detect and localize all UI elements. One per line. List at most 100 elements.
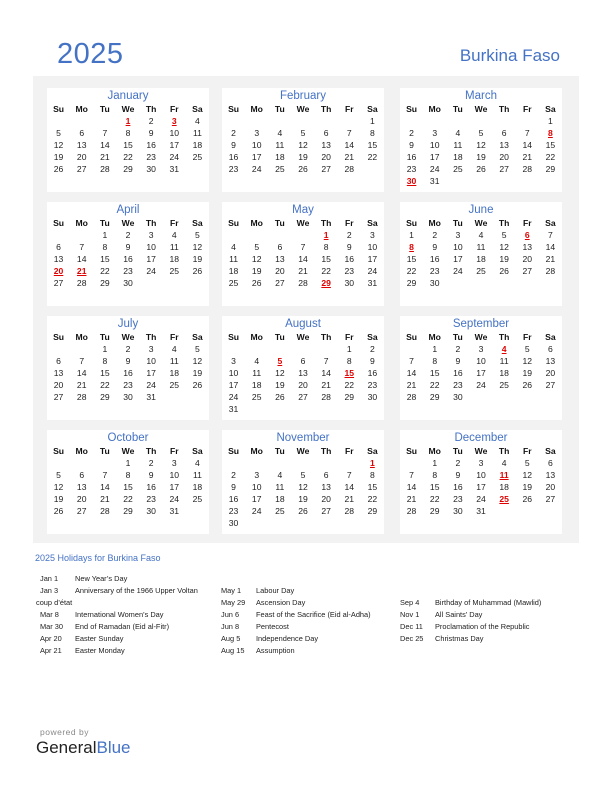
empty-cell bbox=[338, 457, 361, 469]
country-title: Burkina Faso bbox=[459, 46, 560, 65]
day-cell: 14 bbox=[406, 368, 417, 378]
day-cell: 15 bbox=[429, 482, 440, 492]
empty-cell bbox=[493, 115, 516, 127]
day-cell: 27 bbox=[53, 278, 64, 288]
empty-cell bbox=[70, 229, 93, 241]
empty-cell bbox=[268, 343, 291, 355]
empty-cell bbox=[47, 229, 70, 241]
holiday-item: Jun 6 Feast of the Sacrifice (Eid al-Adha… bbox=[221, 609, 399, 621]
day-cell: 21 bbox=[522, 152, 533, 162]
weekday-label: Fr bbox=[344, 218, 354, 228]
day-cell: 30 bbox=[228, 518, 239, 528]
day-cell: 23 bbox=[146, 494, 156, 504]
week-row: 21 22 23 24 25 26 27 bbox=[400, 493, 562, 505]
weekday-label: We bbox=[121, 218, 135, 228]
weekday-label: Su bbox=[228, 218, 240, 228]
day-cell: 11 bbox=[169, 242, 179, 252]
empty-cell bbox=[268, 457, 291, 469]
day-cell: 31 bbox=[429, 176, 440, 186]
day-cell: 29 bbox=[545, 164, 556, 174]
empty-cell bbox=[245, 517, 268, 529]
day-cell: 21 bbox=[100, 152, 110, 162]
day-cell: 17 bbox=[146, 368, 156, 378]
day-cell: 7 bbox=[346, 128, 352, 138]
day-cell: 17 bbox=[367, 254, 378, 264]
day-cell: 20 bbox=[522, 254, 533, 264]
day-cell: 22 bbox=[429, 380, 440, 390]
week-row: 17 18 19 20 21 22 23 bbox=[222, 379, 384, 391]
day-cell: 4 bbox=[501, 458, 507, 468]
day-cell: 26 bbox=[476, 164, 486, 174]
day-cell: 4 bbox=[277, 128, 283, 138]
day-cell: 26 bbox=[192, 266, 203, 276]
weekday-header: Su Mo Tu We Th Fr Sa bbox=[400, 445, 562, 457]
day-cell: 15 bbox=[123, 140, 133, 150]
week-row: 15 16 17 18 19 20 21 bbox=[400, 253, 562, 265]
month-title: January bbox=[107, 90, 149, 102]
weekday-label: Mo bbox=[428, 332, 441, 342]
day-cell: 3 bbox=[432, 128, 438, 138]
weekday-label: Mo bbox=[250, 218, 263, 228]
holiday-item: Jun 8 Pentecost bbox=[221, 621, 399, 633]
day-cell: 11 bbox=[169, 356, 179, 366]
empty-cell bbox=[446, 175, 469, 187]
empty-cell bbox=[469, 277, 492, 289]
day-cell: 12 bbox=[522, 470, 533, 480]
day-cell: 14 bbox=[344, 140, 355, 150]
holidays-title: 2025 Holidays for Burkina Faso bbox=[35, 553, 161, 563]
day-cell: 1 bbox=[432, 344, 438, 354]
weekday-header: Su Mo Tu We Th Fr Sa bbox=[222, 103, 384, 115]
weekday-label: We bbox=[121, 446, 135, 456]
week-row: 16 17 18 19 20 21 22 bbox=[400, 151, 562, 163]
month-title: February bbox=[279, 90, 327, 102]
day-cell: 31 bbox=[476, 506, 486, 516]
day-cell: 30 bbox=[146, 164, 156, 174]
day-cell: 28 bbox=[321, 392, 331, 402]
week-row: 12 13 14 15 16 17 18 bbox=[47, 481, 209, 493]
week-row: 10 11 12 13 14 15 16 bbox=[222, 367, 384, 379]
day-cell: 6 bbox=[300, 356, 306, 366]
day-cell: 30 bbox=[146, 506, 156, 516]
day-cell: 12 bbox=[522, 356, 533, 366]
weekday-label: Mo bbox=[75, 218, 88, 228]
day-cell: 27 bbox=[76, 164, 87, 174]
day-cell: 2 bbox=[455, 458, 461, 468]
week-row: 26 27 28 29 30 31 bbox=[47, 163, 209, 175]
day-cell: 5 bbox=[478, 128, 484, 138]
day-cell: 15 bbox=[406, 254, 417, 264]
weekday-label: Su bbox=[53, 332, 65, 342]
empty-cell bbox=[163, 391, 186, 403]
day-cell: 30 bbox=[453, 506, 463, 516]
month-title: November bbox=[276, 432, 330, 444]
day-cell: 1 bbox=[370, 116, 375, 126]
weekday-label: We bbox=[121, 104, 135, 114]
week-row: 20 21 22 23 24 25 26 bbox=[47, 265, 209, 277]
day-cell: 11 bbox=[453, 140, 463, 150]
day-cell: 23 bbox=[406, 164, 417, 174]
day-cell: 16 bbox=[453, 368, 463, 378]
month-may: May Su Mo Tu We Th Fr Sa 1 2 3 4 5 6 7 8 9 10 11 12 13 14 15 16… bbox=[222, 202, 384, 306]
day-cell: 22 bbox=[367, 494, 378, 504]
day-cell: 22 bbox=[367, 152, 378, 162]
day-cell: 3 bbox=[455, 230, 461, 240]
day-cell: 28 bbox=[100, 164, 110, 174]
day-cell: 9 bbox=[148, 470, 154, 480]
empty-cell bbox=[222, 229, 245, 241]
holiday-day: 5 bbox=[277, 356, 283, 366]
holiday-name: Easter Monday bbox=[75, 646, 125, 655]
empty-cell bbox=[315, 343, 338, 355]
weekday-label: We bbox=[474, 332, 488, 342]
empty-cell bbox=[338, 115, 361, 127]
weekday-label: Su bbox=[406, 332, 418, 342]
generalblue-logo[interactable]: GeneralBlue bbox=[36, 738, 131, 758]
week-row: 14 15 16 17 18 19 20 bbox=[400, 367, 562, 379]
holiday-name: Feast of the Sacrifice (Eid al-Adha) bbox=[256, 610, 371, 619]
day-cell: 28 bbox=[298, 278, 308, 288]
day-cell: 24 bbox=[251, 164, 262, 174]
month-title: April bbox=[116, 204, 140, 216]
day-cell: 13 bbox=[499, 140, 509, 150]
week-row: 13 14 15 16 17 18 19 bbox=[47, 253, 209, 265]
month-title: March bbox=[465, 90, 497, 102]
weekday-header: Su Mo Tu We Th Fr Sa bbox=[47, 103, 209, 115]
day-cell: 9 bbox=[409, 140, 414, 150]
